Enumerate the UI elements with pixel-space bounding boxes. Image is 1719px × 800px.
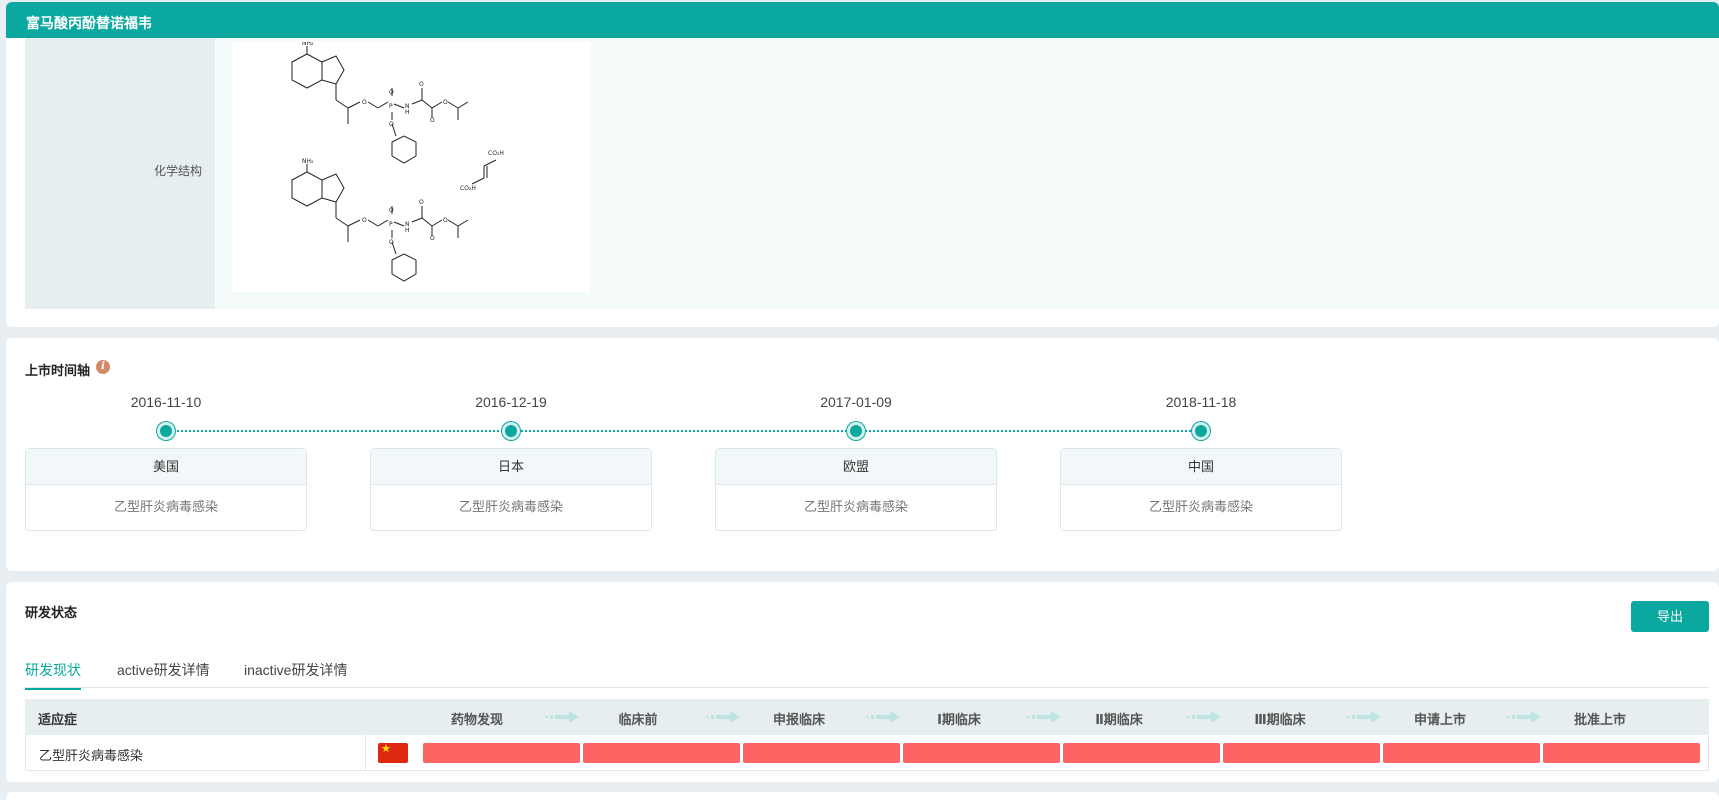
timeline-indication: 乙型肝炎病毒感染: [1148, 499, 1253, 514]
stage-header: 临床前: [618, 712, 658, 727]
indication-cell: 乙型肝炎病毒感染: [39, 748, 144, 763]
chemical-structure-image: NH₂ O O P N H O O O O CO₂H CO₂H NH₂ O O …: [232, 40, 590, 292]
timeline-dot: [157, 422, 175, 440]
timeline-date: 2016-11-10: [130, 394, 202, 410]
structure-value-cell: NH₂ O O P N H O O O O CO₂H CO₂H NH₂ O O …: [215, 38, 1719, 309]
drug-title-bar: 富马酸丙酚替诺福韦: [6, 2, 1719, 38]
timeline-indication: 乙型肝炎病毒感染: [458, 499, 563, 514]
tab-rd-current[interactable]: 研发现状: [25, 660, 81, 690]
stage-progress-bar: [1383, 743, 1540, 763]
timeline-indication: 乙型肝炎病毒感染: [803, 499, 908, 514]
svg-text:O: O: [362, 217, 367, 224]
rd-table-header: 适应症 药物发现 临床前 申报临床 Ⅰ期临床 Ⅱ期临床 Ⅲ期临床 申请上市 批准…: [25, 699, 1709, 735]
timeline-dot: [502, 422, 520, 440]
svg-text:CO₂H: CO₂H: [460, 185, 476, 192]
timeline-dot: [1192, 422, 1210, 440]
drug-title: 富马酸丙酚替诺福韦: [26, 15, 152, 31]
china-flag-icon: ★: [378, 743, 408, 763]
row-divider: [365, 735, 366, 770]
info-icon[interactable]: i: [96, 360, 110, 374]
timeline-date: 2018-11-18: [1165, 394, 1237, 410]
timeline-date: 2016-12-19: [475, 394, 547, 410]
stage-progress-bar: [1543, 743, 1700, 763]
stage-header: 药物发现: [450, 712, 503, 727]
stage-progress-bar: [1063, 743, 1220, 763]
timeline-region: 欧盟: [716, 449, 996, 485]
svg-text:O: O: [362, 99, 367, 106]
svg-text:NH₂: NH₂: [302, 42, 314, 47]
svg-text:H: H: [405, 227, 410, 234]
svg-text:NH₂: NH₂: [302, 158, 314, 165]
timeline-card: 欧盟 乙型肝炎病毒感染: [715, 448, 997, 531]
svg-text:H: H: [405, 109, 410, 116]
svg-text:O: O: [389, 207, 394, 214]
rd-status-title: 研发状态: [25, 605, 78, 620]
stage-arrow-icon: [545, 711, 579, 723]
svg-text:O: O: [443, 99, 448, 106]
svg-text:O: O: [430, 235, 435, 242]
timeline-region: 日本: [371, 449, 651, 485]
tab-active-details[interactable]: active研发详情: [117, 660, 210, 688]
svg-text:O: O: [389, 121, 394, 128]
svg-text:O: O: [430, 117, 435, 124]
stage-header: Ⅱ期临床: [1095, 712, 1143, 727]
stage-progress-bar: [423, 743, 580, 763]
rd-tabs: 研发现状 active研发详情 inactive研发详情: [25, 660, 1709, 690]
timeline-region: 美国: [26, 449, 306, 485]
stage-arrow-icon: [706, 711, 740, 723]
stage-arrow-icon: [1027, 711, 1061, 723]
stage-header: Ⅲ期临床: [1254, 712, 1306, 727]
timeline-dot: [847, 422, 865, 440]
svg-text:O: O: [389, 89, 394, 96]
timeline-title: 上市时间轴: [25, 363, 91, 378]
stage-progress-bar: [743, 743, 900, 763]
rd-status-panel: 研发状态 导出 研发现状 active研发详情 inactive研发详情 适应症…: [6, 582, 1719, 782]
stage-header: 申请上市: [1413, 712, 1466, 727]
launch-timeline-panel: 上市时间轴 i 2016-11-10 美国 乙型肝炎病毒感染 2016-12-1…: [6, 338, 1719, 571]
timeline-card: 日本 乙型肝炎病毒感染: [370, 448, 652, 531]
timeline-card: 中国 乙型肝炎病毒感染: [1060, 448, 1342, 531]
svg-text:P: P: [389, 221, 393, 228]
structure-label: 化学结构: [153, 164, 202, 178]
indication-header: 适应症: [38, 712, 78, 727]
structure-panel: 化学结构 NH₂ O O P N H O O O O CO₂H CO₂H NH₂…: [6, 38, 1719, 327]
export-button[interactable]: 导出: [1631, 601, 1709, 632]
svg-text:O: O: [419, 199, 424, 206]
stage-header: 批准上市: [1573, 712, 1626, 727]
stage-header: 申报临床: [772, 712, 825, 727]
svg-text:O: O: [389, 239, 394, 246]
svg-text:O: O: [419, 81, 424, 88]
stage-header: Ⅰ期临床: [937, 712, 981, 727]
stage-arrow-icon: [866, 711, 900, 723]
timeline-date: 2017-01-09: [820, 394, 892, 410]
stage-arrow-icon: [1187, 711, 1221, 723]
stage-progress-bar: [583, 743, 740, 763]
next-panel: [6, 792, 1719, 800]
timeline-card: 美国 乙型肝炎病毒感染: [25, 448, 307, 531]
svg-text:CO₂H: CO₂H: [488, 150, 504, 157]
stage-progress-bar: [1223, 743, 1380, 763]
structure-label-cell: 化学结构: [25, 38, 215, 309]
chemical-structure-drawing: NH₂ O O P N H O O O O CO₂H CO₂H NH₂ O O …: [291, 40, 504, 282]
table-row: 乙型肝炎病毒感染 ★: [25, 735, 1709, 771]
tab-inactive-details[interactable]: inactive研发详情: [244, 660, 347, 688]
stage-arrow-icon: [1507, 711, 1541, 723]
timeline-line: [166, 430, 1206, 432]
timeline-indication: 乙型肝炎病毒感染: [113, 499, 218, 514]
timeline-region: 中国: [1061, 449, 1341, 485]
svg-text:O: O: [443, 217, 448, 224]
stage-arrow-icon: [1347, 711, 1381, 723]
stage-progress-bar: [903, 743, 1060, 763]
svg-text:P: P: [389, 103, 393, 110]
